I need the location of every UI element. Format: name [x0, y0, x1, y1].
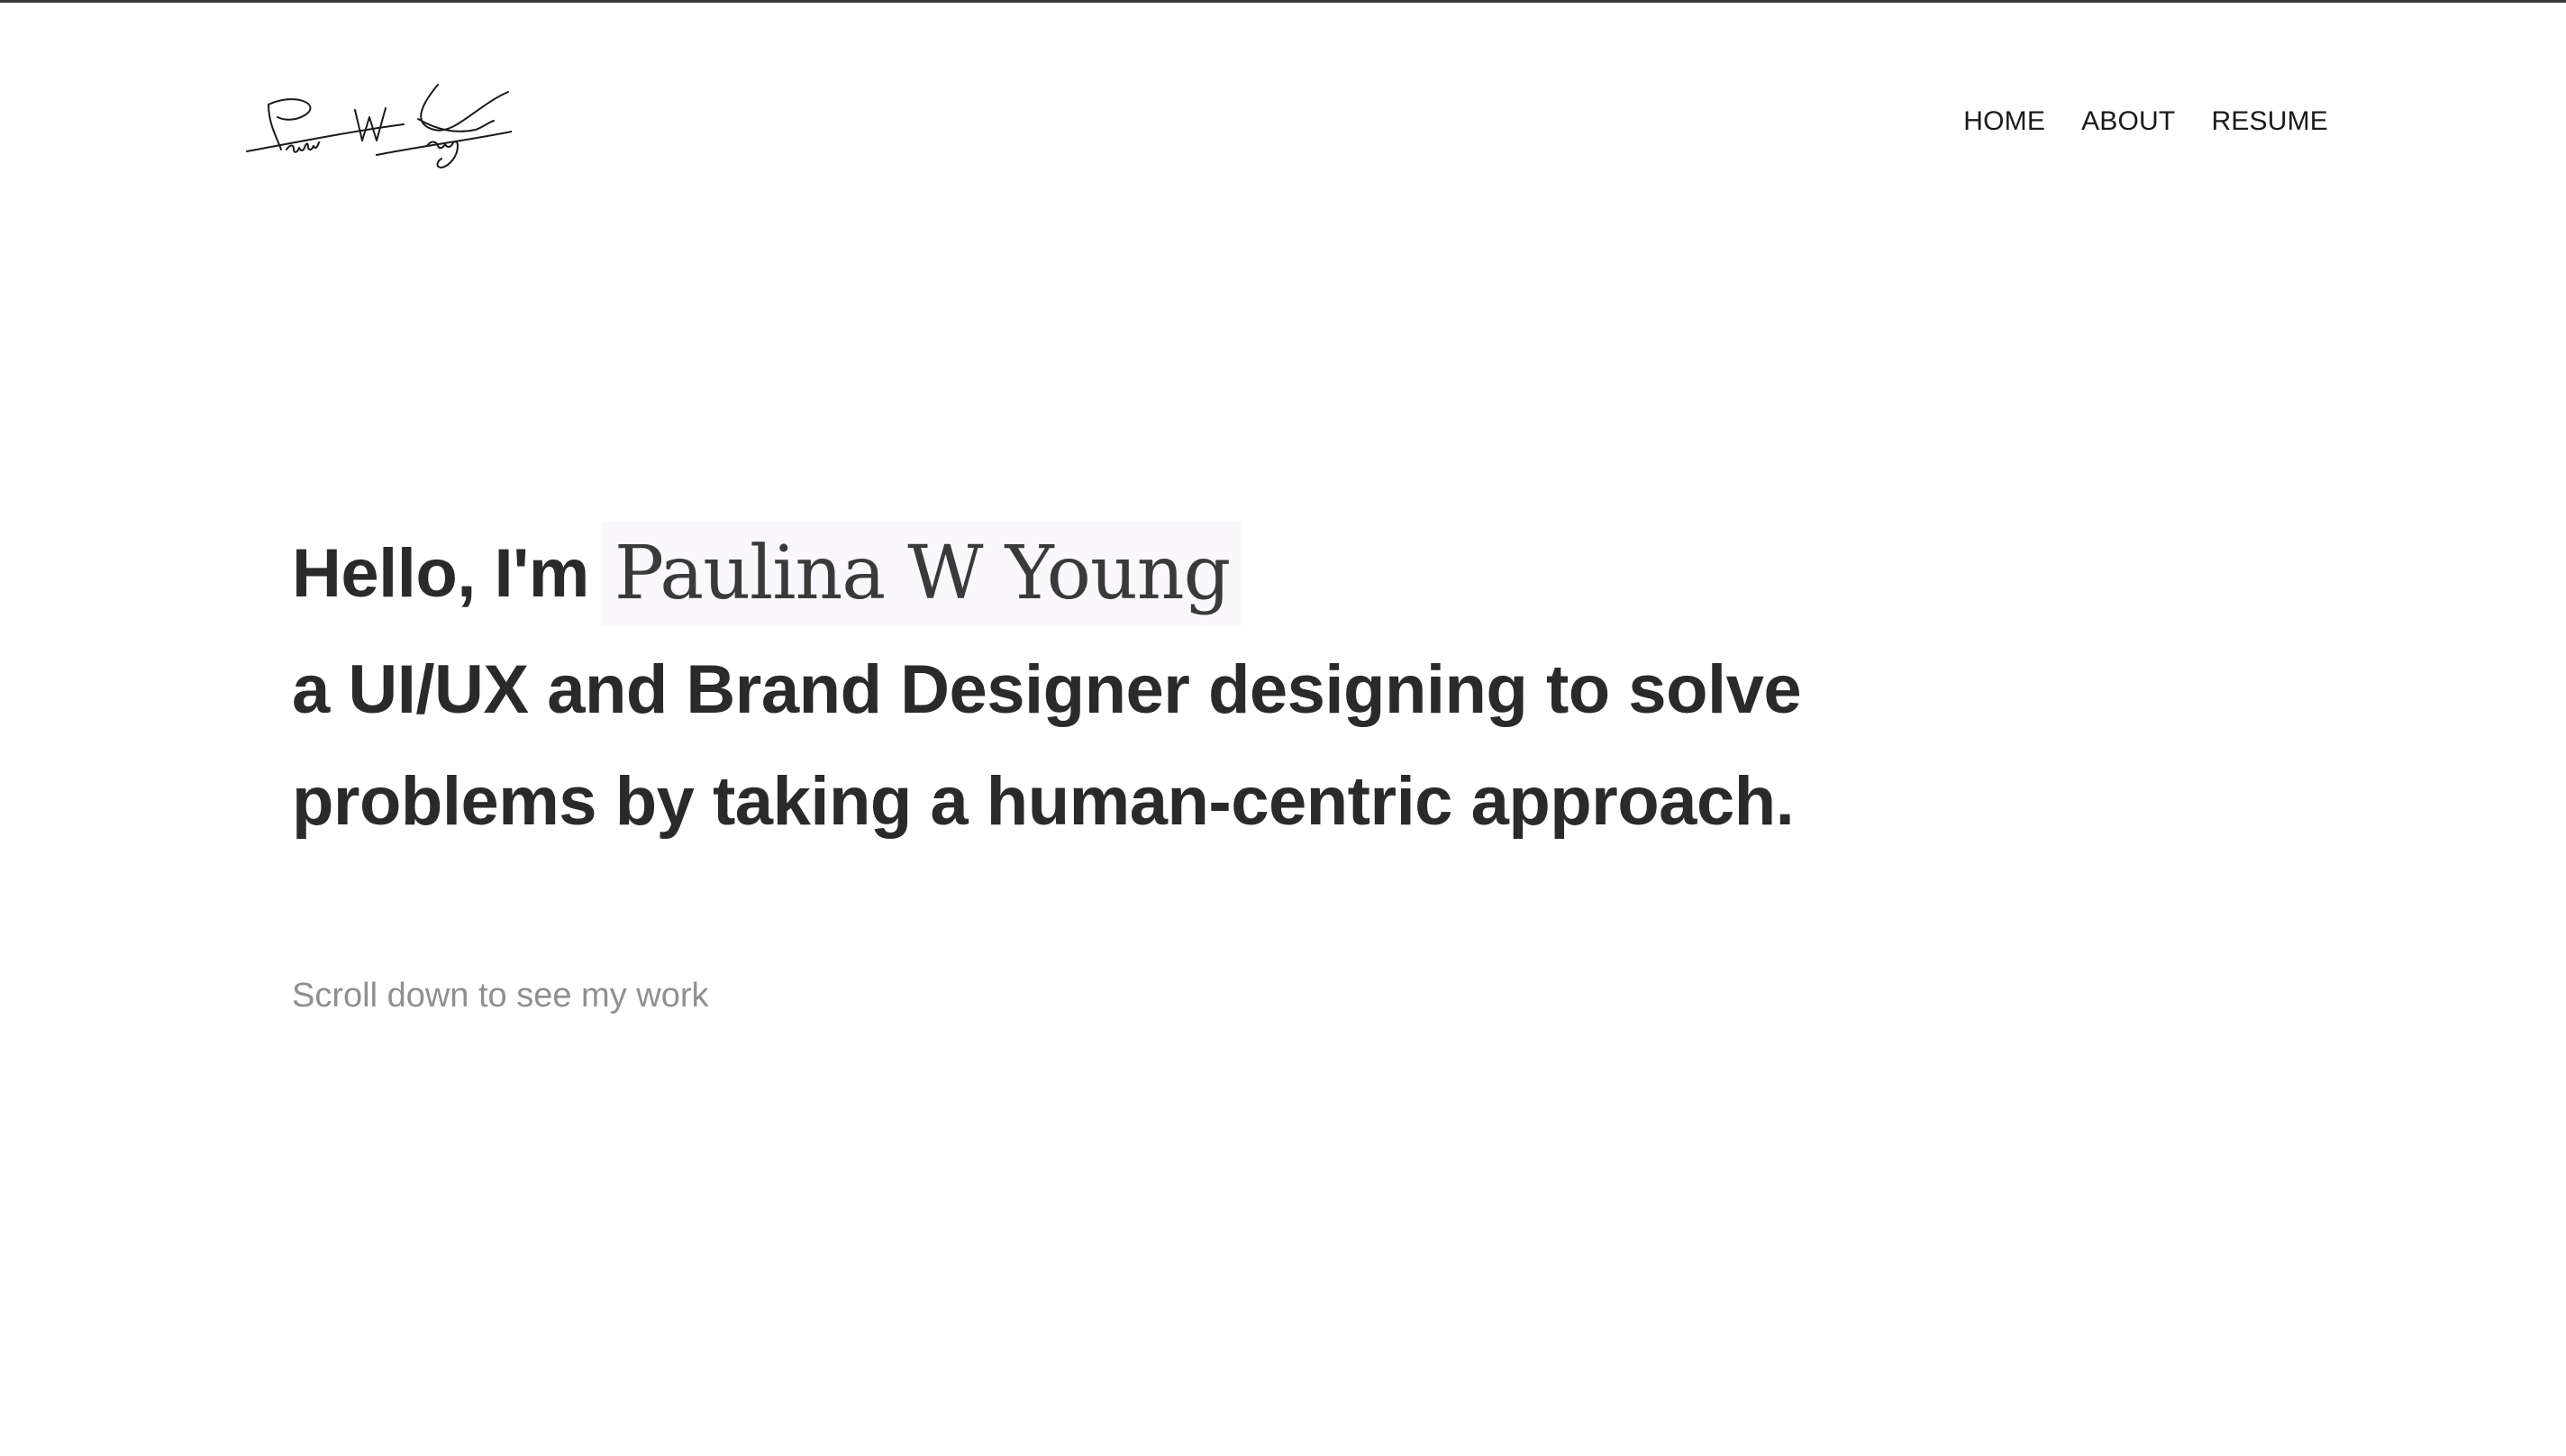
- scroll-hint: Scroll down to see my work: [292, 977, 709, 1015]
- hero-section: Hello, I'm Paulina W Young a UI/UX and B…: [292, 514, 2274, 858]
- nav-resume[interactable]: RESUME: [2211, 106, 2328, 137]
- main-nav: HOME ABOUT RESUME: [1963, 106, 2328, 137]
- signature-logo[interactable]: [241, 79, 512, 178]
- hero-greeting: Hello, I'm: [292, 535, 589, 612]
- hero-line-3: problems by taking a human-centric appro…: [292, 763, 1795, 840]
- hero-line-2: a UI/UX and Brand Designer designing to …: [292, 651, 1802, 728]
- hero-name: Paulina W Young: [601, 522, 1243, 626]
- hero-greeting-line: Hello, I'm Paulina W Young: [292, 514, 2274, 634]
- nav-about[interactable]: ABOUT: [2081, 106, 2175, 137]
- signature-icon: [246, 84, 512, 168]
- nav-home[interactable]: HOME: [1963, 106, 2045, 137]
- top-border: [0, 0, 2566, 3]
